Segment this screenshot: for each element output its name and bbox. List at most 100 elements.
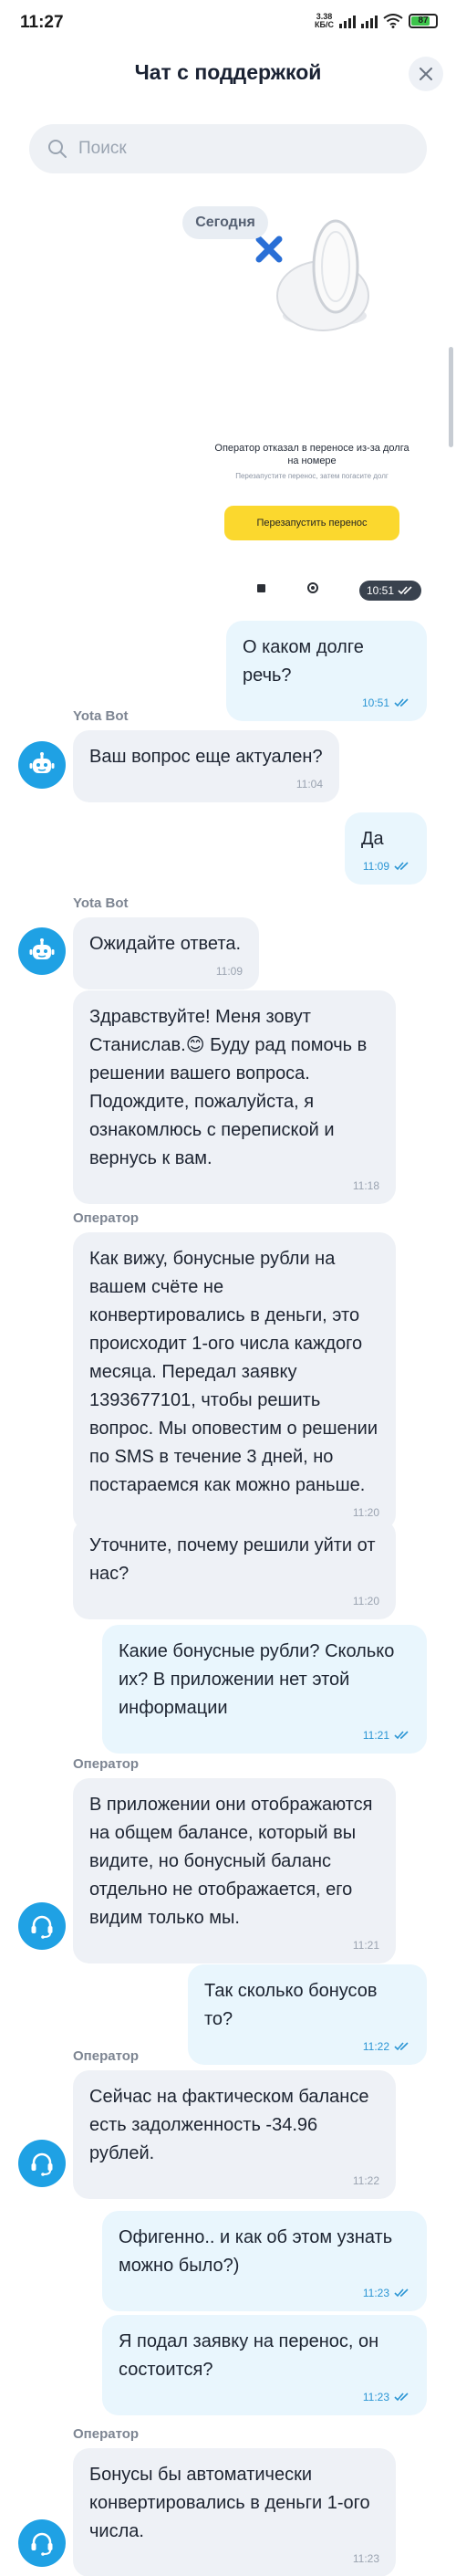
nav-dots (257, 582, 318, 593)
chat-header: Чат с поддержкой (0, 47, 456, 110)
message-text: Бонусы бы автоматически конвертировались… (89, 2465, 370, 2541)
home-circle-icon (307, 582, 318, 593)
image-time: 10:51 (367, 584, 395, 597)
bot-icon (29, 938, 55, 959)
message-time: 10:51 (361, 696, 389, 709)
message-meta: 11:21 (89, 1938, 379, 1953)
message-meta: 11:22 (89, 2173, 379, 2188)
error-title: Оператор отказал в переносе из-за долга … (214, 443, 409, 466)
image-timestamp: 10:51 (359, 581, 422, 601)
double-check-icon (394, 2393, 409, 2402)
status-time: 11:27 (20, 13, 64, 32)
outgoing-message[interactable]: О каком долге речь? 10:51 (226, 621, 427, 721)
search-input[interactable] (78, 139, 407, 159)
close-icon (420, 68, 432, 80)
status-bar: 11:27 3.38 КБ/С 87 (0, 0, 456, 47)
message-time: 11:23 (362, 2391, 389, 2403)
headset-icon (31, 2532, 53, 2556)
date-chip: Сегодня (182, 206, 268, 239)
message-meta: 11:20 (89, 1594, 379, 1608)
message-time: 11:22 (352, 2174, 379, 2187)
incoming-message[interactable]: Как вижу, бонусные рубли на вашем счёте … (73, 1232, 396, 1531)
message-text: Офигенно.. и как об этом узнать можно бы… (119, 2227, 393, 2276)
outgoing-message[interactable]: Так сколько бонусов то? 11:22 (188, 1964, 427, 2065)
restart-transfer-button[interactable]: Перезапустить перенос (224, 506, 399, 540)
headset-icon (31, 2152, 53, 2176)
incoming-message[interactable]: В приложении они отображаются на общем б… (73, 1778, 396, 1963)
search-bar[interactable] (29, 124, 427, 173)
scrollbar[interactable] (449, 347, 453, 447)
incoming-message[interactable]: Здравствуйте! Меня зовут Станислав.😊 Буд… (73, 990, 396, 1204)
message-meta: 11:21 (119, 1728, 410, 1743)
plates-illustration (255, 219, 369, 331)
message-text: Так сколько бонусов то? (204, 1981, 378, 2029)
avatar (18, 2519, 66, 2567)
message-text: Уточните, почему решили уйти от нас? (89, 1535, 376, 1584)
search-icon (48, 140, 67, 158)
sender-name: Yota Bot (73, 895, 129, 911)
outgoing-message[interactable]: Офигенно.. и как об этом узнать можно бы… (102, 2211, 427, 2311)
message-text: Ваш вопрос еще актуален? (89, 747, 323, 767)
message-time: 11:04 (295, 778, 323, 791)
message-meta: 11:23 (119, 2286, 410, 2300)
error-subtitle: Перезапустите перенос, затем погасите до… (235, 472, 389, 480)
outgoing-message[interactable]: Да 11:09 (345, 812, 427, 885)
message-text: Какие бонусные рубли? Сколько их? В прил… (119, 1641, 395, 1718)
message-time: 11:09 (215, 965, 243, 978)
message-meta: 11:23 (119, 2390, 410, 2404)
page-title: Чат с поддержкой (134, 60, 322, 84)
message-text: О каком долге речь? (243, 637, 364, 686)
message-text: Я подал заявку на перенос, он состоится? (119, 2331, 379, 2380)
sender-name: Оператор (73, 1210, 140, 1226)
avatar (18, 741, 66, 789)
message-meta: 11:22 (204, 2039, 410, 2054)
sender-name: Оператор (73, 2048, 140, 2064)
message-text: В приложении они отображаются на общем б… (89, 1795, 373, 1928)
double-check-icon (394, 2042, 409, 2051)
signal-icon-2 (361, 14, 378, 28)
message-time: 11:21 (352, 1939, 379, 1952)
message-time: 11:20 (352, 1506, 379, 1519)
message-meta: 11:09 (361, 859, 410, 874)
double-check-icon (394, 698, 409, 707)
signal-icon (339, 14, 356, 28)
image-attachment[interactable]: Оператор отказал в переносе из-за долга … (212, 208, 422, 601)
message-meta: 10:51 (243, 696, 410, 710)
message-text: Ожидайте ответа. (89, 934, 242, 954)
message-text: Как вижу, бонусные рубли на вашем счёте … (89, 1249, 378, 1495)
sender-name: Оператор (73, 1756, 140, 1772)
incoming-message[interactable]: Ожидайте ответа. 11:09 (73, 917, 259, 990)
incoming-message[interactable]: Сейчас на фактическом балансе есть задол… (73, 2070, 396, 2199)
message-time: 11:23 (352, 2552, 379, 2565)
outgoing-message[interactable]: Какие бонусные рубли? Сколько их? В прил… (102, 1625, 427, 1754)
message-time: 11:23 (362, 2287, 389, 2299)
message-meta: 11:04 (89, 777, 323, 791)
avatar (18, 2140, 66, 2187)
avatar (18, 927, 66, 975)
bot-icon (29, 752, 55, 773)
battery-level: 87 (418, 16, 429, 26)
message-time: 11:21 (362, 1729, 389, 1742)
network-speed: 3.38 КБ/С (315, 13, 334, 29)
wifi-icon (383, 14, 403, 28)
sender-name: Оператор (73, 2426, 140, 2442)
status-icons: 3.38 КБ/С 87 (315, 13, 438, 29)
message-text: Здравствуйте! Меня зовут Станислав.😊 Буд… (89, 1007, 368, 1168)
message-time: 11:09 (362, 860, 389, 873)
incoming-message[interactable]: Бонусы бы автоматически конвертировались… (73, 2448, 396, 2576)
incoming-message[interactable]: Ваш вопрос еще актуален? 11:04 (73, 730, 339, 802)
message-meta: 11:09 (89, 964, 243, 979)
battery-icon: 87 (409, 14, 438, 28)
close-button[interactable] (409, 57, 443, 91)
network-speed-unit: КБ/С (315, 20, 334, 29)
incoming-message[interactable]: Уточните, почему решили уйти от нас? 11:2… (73, 1519, 396, 1619)
double-check-icon (394, 1731, 409, 1740)
message-meta: 11:23 (89, 2551, 379, 2566)
sender-name: Yota Bot (73, 708, 129, 724)
message-time: 11:20 (352, 1595, 379, 1607)
double-check-icon (398, 586, 412, 595)
message-meta: 11:18 (89, 1178, 379, 1193)
outgoing-message[interactable]: Я подал заявку на перенос, он состоится?… (102, 2315, 427, 2415)
message-text: Да (361, 829, 384, 849)
message-meta: 11:20 (89, 1505, 379, 1520)
